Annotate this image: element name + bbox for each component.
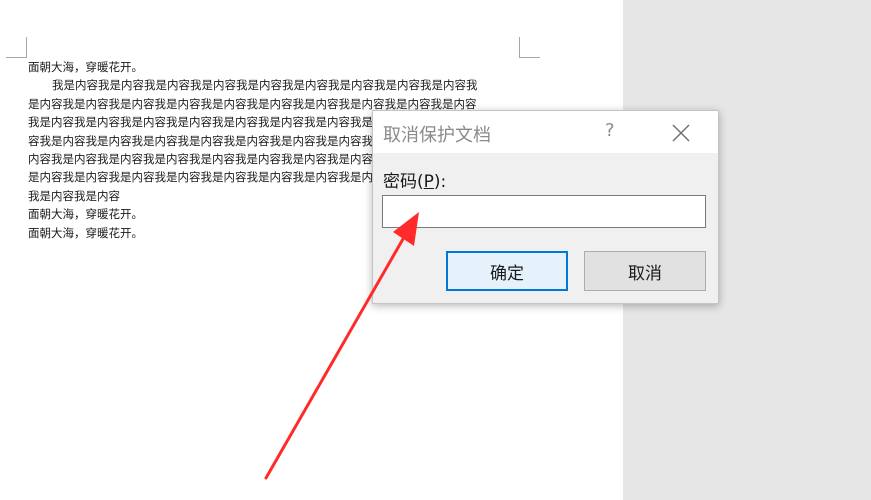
crop-mark-top-left bbox=[6, 37, 27, 58]
ok-button[interactable]: 确定 bbox=[446, 251, 568, 291]
help-button[interactable]: ? bbox=[605, 120, 615, 141]
password-input[interactable] bbox=[382, 195, 706, 228]
paragraph-line: 面朝大海，穿暖花开。 bbox=[28, 60, 143, 74]
crop-mark-top-right bbox=[519, 37, 540, 58]
dialog-title: 取消保护文档 bbox=[383, 125, 491, 146]
dialog-titlebar[interactable]: 取消保护文档 ? bbox=[373, 111, 718, 153]
cancel-button[interactable]: 取消 bbox=[584, 251, 706, 291]
password-label: 密码(P): bbox=[383, 172, 447, 192]
close-icon[interactable] bbox=[671, 123, 691, 143]
password-accelerator: P bbox=[423, 172, 434, 192]
paragraph-line: 我是内容我是内容我是内容我是内容我是内容我是内容我是内容我是内容我是内容我 bbox=[52, 78, 478, 93]
unprotect-document-dialog: 取消保护文档 ? 密码(P): 确定 取消 bbox=[372, 110, 719, 304]
